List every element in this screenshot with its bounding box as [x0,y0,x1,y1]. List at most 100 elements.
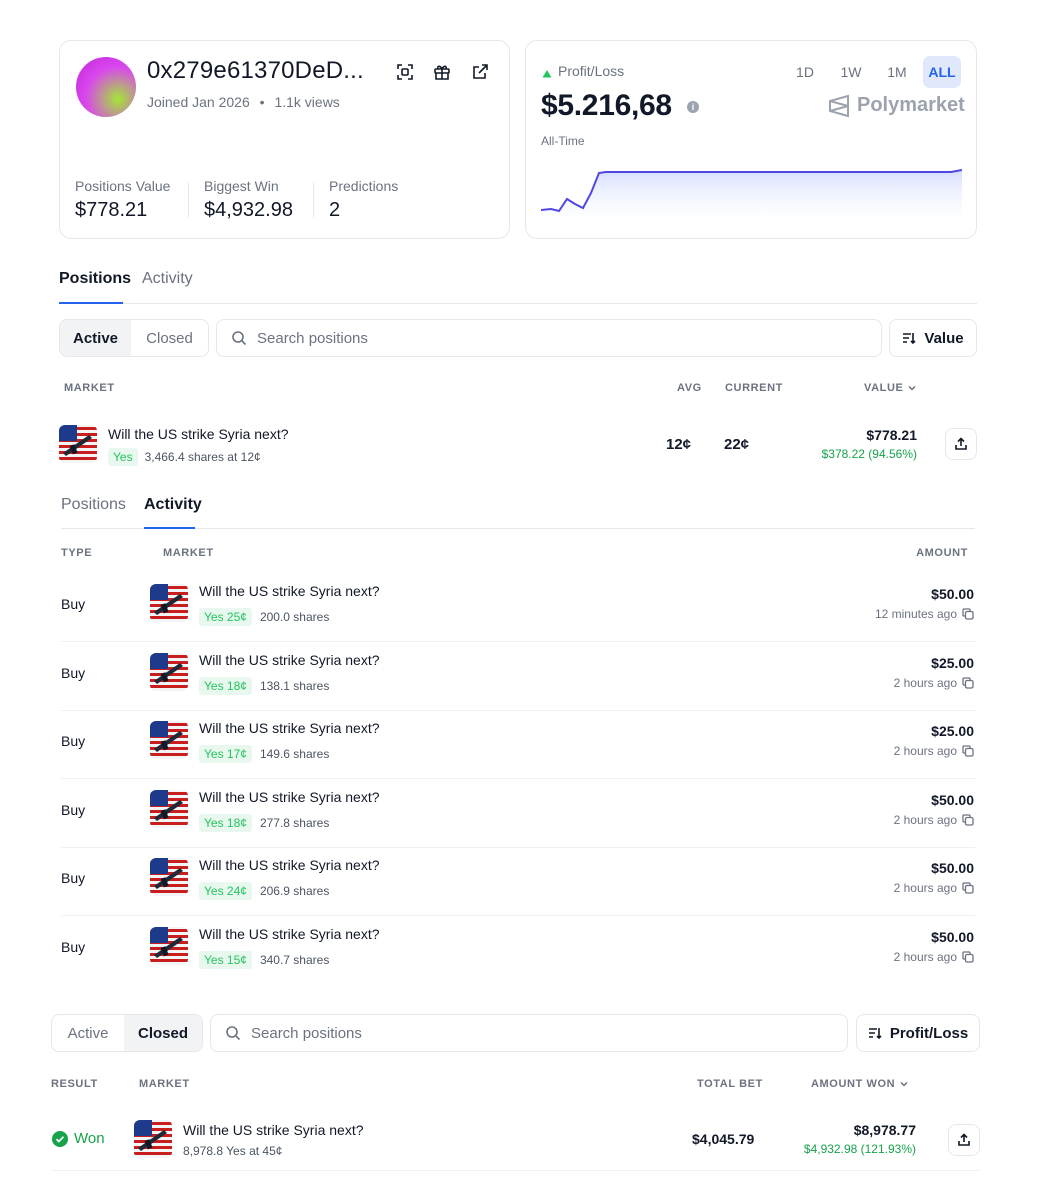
total-bet: $4,045.79 [692,1131,755,1147]
col-amount-won[interactable]: AMOUNT WON [811,1078,909,1090]
chevron-down-icon [908,385,916,391]
polymarket-logo-icon [828,94,850,118]
activity-type: Buy [61,665,86,681]
filter-closed[interactable]: Closed [131,320,208,356]
row-divider [61,847,975,848]
sort-label: Value [924,329,964,347]
row-divider [61,778,975,779]
col-market: MARKET [139,1078,190,1090]
stat-value: 2 [329,199,341,221]
activity-row[interactable]: Buy Will the US strike Syria next? Yes 15¢… [61,923,975,969]
wallet-address: 0x279e61370DeD... [147,57,364,84]
search-placeholder: Search positions [257,329,368,347]
market-title[interactable]: Will the US strike Syria next? [199,583,380,599]
market-title[interactable]: Will the US strike Syria next? [199,652,380,668]
positions-search-input[interactable]: Search positions [216,319,882,357]
market-thumbnail [59,425,97,463]
stat-divider [188,183,189,217]
activity-type: Buy [61,802,86,818]
col-avg: AVG [677,382,702,394]
copy-link-icon[interactable] [962,814,974,826]
qr-scan-icon[interactable] [396,63,414,81]
market-title[interactable]: Will the US strike Syria next? [199,720,380,736]
shares-text: 149.6 shares [259,747,330,761]
market-title[interactable]: Will the US strike Syria next? [199,857,380,873]
position-meta: Yes 3,466.4 shares at 12¢ [108,448,261,466]
activity-row[interactable]: Buy Will the US strike Syria next? Yes 24¢… [61,854,975,900]
pnl-period: All-Time [541,134,585,148]
shares-text: 200.0 shares [259,610,330,624]
tab-positions[interactable]: Positions [61,496,126,514]
range-1d[interactable]: 1D [788,57,822,87]
tab-activity[interactable]: Activity [142,270,193,288]
activity-amount: $50.00 [931,586,974,602]
col-amount-won-label: AMOUNT WON [811,1078,896,1090]
pnl-label: Profit/Loss [558,63,625,79]
activity-row[interactable]: Buy Will the US strike Syria next? Yes 25¢… [61,580,975,626]
market-thumbnail [150,790,188,828]
share-button[interactable] [948,1124,980,1156]
tab-positions[interactable]: Positions [59,270,131,288]
range-all[interactable]: ALL [923,56,961,88]
activity-amount: $25.00 [931,655,974,671]
positions-filter-toggle: Active Closed [59,319,209,357]
range-1w[interactable]: 1W [833,57,869,87]
external-link-icon[interactable] [471,63,489,81]
copy-link-icon[interactable] [962,608,974,620]
tab-activity[interactable]: Activity [144,496,202,514]
closed-search-input[interactable]: Search positions [210,1014,848,1052]
gift-icon[interactable] [433,63,451,81]
market-title[interactable]: Will the US strike Syria next? [199,926,380,942]
col-value[interactable]: VALUE [864,382,917,394]
sort-label: Profit/Loss [889,1024,969,1042]
market-title[interactable]: Will the US strike Syria next? [108,426,289,442]
closed-position-row[interactable]: Won Will the US strike Syria next? 8,978… [51,1119,980,1161]
joined-date: Joined Jan 2026 [147,94,250,110]
shares-text: 138.1 shares [259,679,330,693]
market-title[interactable]: Will the US strike Syria next? [183,1122,364,1138]
activity-time: 2 hours ago [893,950,957,964]
info-icon[interactable]: i [687,101,699,113]
market-thumbnail [150,653,188,691]
joined-meta: Joined Jan 2026 • 1.1k views [147,94,340,110]
activity-type: Buy [61,733,86,749]
filter-active[interactable]: Active [52,1015,124,1051]
result-won: Won [52,1130,105,1147]
copy-link-icon[interactable] [962,745,974,757]
position-row[interactable]: Will the US strike Syria next? Yes 3,466… [59,424,977,466]
tabs-divider [59,303,977,304]
activity-row[interactable]: Buy Will the US strike Syria next? Yes 17¢… [61,717,975,763]
sort-icon [868,1028,882,1040]
activity-time: 2 hours ago [893,744,957,758]
current-price: 22¢ [724,436,750,453]
filter-closed[interactable]: Closed [124,1015,202,1051]
filter-active[interactable]: Active [60,320,132,356]
sort-profit-loss-button[interactable]: Profit/Loss [856,1014,980,1052]
stat-value: $778.21 [75,199,148,221]
share-button[interactable] [945,428,977,460]
col-current: CURRENT [725,382,783,394]
shares-text: 340.7 shares [259,953,330,967]
activity-amount: $50.00 [931,860,974,876]
avatar [76,57,136,117]
copy-link-icon[interactable] [962,677,974,689]
row-divider [61,710,975,711]
copy-link-icon[interactable] [962,882,974,894]
activity-row[interactable]: Buy Will the US strike Syria next? Yes 18¢… [61,649,975,695]
activity-amount: $25.00 [931,723,974,739]
market-title[interactable]: Will the US strike Syria next? [199,789,380,805]
view-count: 1.1k views [274,94,340,110]
stat-label: Predictions [329,178,399,194]
activity-row[interactable]: Buy Will the US strike Syria next? Yes 18¢… [61,786,975,832]
col-value-label: VALUE [864,382,904,394]
activity-time: 12 minutes ago [874,607,957,621]
row-divider [51,1170,980,1171]
sort-value-button[interactable]: Value [889,319,977,357]
range-1m[interactable]: 1M [879,57,915,87]
activity-time-wrap: 12 minutes ago [875,607,974,621]
col-total-bet: TOTAL BET [697,1078,763,1090]
stat-biggest-win: Biggest Win $4,932.98 [204,178,293,222]
position-value: $778.21 [866,427,917,443]
activity-amount: $50.00 [931,929,974,945]
copy-link-icon[interactable] [962,951,974,963]
